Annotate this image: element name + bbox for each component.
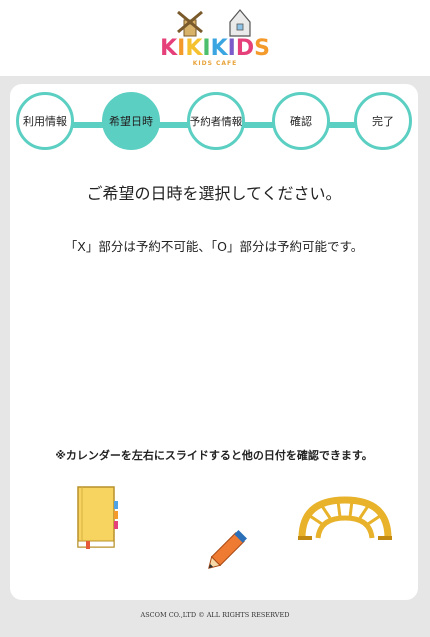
reservation-card: 利用情報 希望日時 予約者情報 確認 完了 ご希望の日時を選択してください。 「… [10,84,418,600]
pencil-icon [208,530,247,569]
step-confirm: 確認 [272,92,330,150]
notebook-icon [77,486,118,549]
footer-copyright: ASCOM CO.,LTD © ALL RIGHTS RESERVED [140,611,290,619]
header: KIKIKIDS KIDS CAFE [0,0,430,76]
logo-text: KIKIKIDS [160,36,270,61]
page-title: ご希望の日時を選択してください。 [86,184,342,203]
step-desired-datetime: 希望日時 [102,92,160,150]
arch-climber-icon [298,496,392,540]
progress-steps: 利用情報 希望日時 予約者情報 確認 完了 [16,92,416,154]
calendar-scroll-note: ※カレンダーを左右にスライドすると他の日付を確認できます。 [55,449,373,462]
step-reserver-info: 予約者情報 [187,92,245,150]
logo-subtitle: KIDS CAFE [192,60,238,67]
availability-note: 「X」部分は予約不可能、「O」部分は予約可能です。 [64,239,364,254]
step-complete: 完了 [354,92,412,150]
site-logo[interactable]: KIKIKIDS KIDS CAFE [158,6,272,68]
step-usage-info: 利用情報 [16,92,74,150]
